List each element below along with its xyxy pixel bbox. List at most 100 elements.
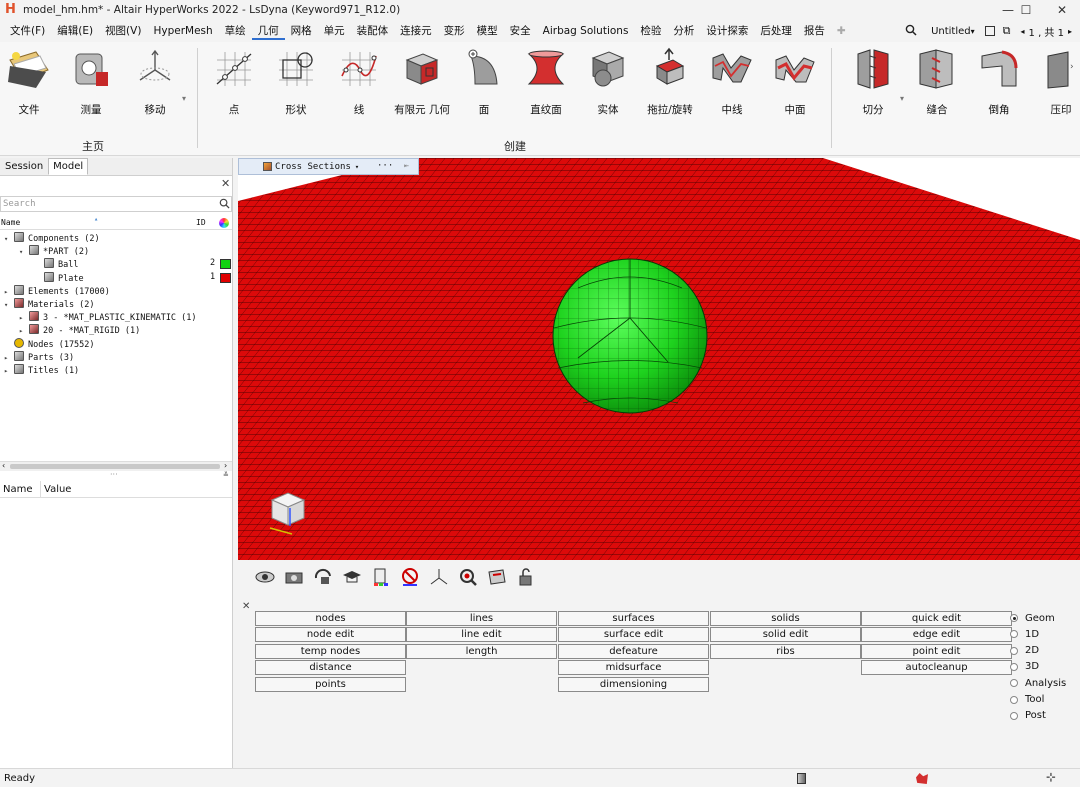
radio-button[interactable] <box>1010 614 1018 622</box>
radio-button[interactable] <box>1010 695 1018 704</box>
ribbon-stitch-button[interactable]: 缝合 <box>908 46 966 118</box>
ribbon-drag-rotate-button[interactable]: 拖拉/旋转 <box>641 46 699 118</box>
tree-item[interactable]: ▸ 3 - *MAT_PLASTIC_KINEMATIC (1) <box>19 311 197 324</box>
panel-close-icon[interactable]: ✕ <box>221 177 230 190</box>
radio-button[interactable] <box>1010 662 1018 671</box>
scroll-right-icon[interactable]: › <box>224 461 227 470</box>
menu-element[interactable]: 单元 <box>318 22 351 40</box>
ribbon-move-dropdown-icon[interactable]: ▾ <box>182 94 186 103</box>
ribbon-split-dropdown-icon[interactable]: ▾ <box>900 94 904 103</box>
ribbon-midline-button[interactable]: 中线 <box>703 46 761 118</box>
zoom-icon[interactable] <box>457 566 479 588</box>
tree-item[interactable]: Nodes (17552) <box>4 337 95 351</box>
color-wheel-icon[interactable] <box>219 218 229 228</box>
panel-button-midsurface[interactable]: midsurface <box>558 660 709 676</box>
panel-button-length[interactable]: length <box>406 643 557 659</box>
menu-assembly[interactable]: 装配体 <box>351 22 395 40</box>
ribbon-move-button[interactable]: 移动 <box>126 46 184 118</box>
panel-button-points[interactable]: points <box>255 676 406 692</box>
visualization-icon[interactable] <box>254 566 276 588</box>
expand-down-icon[interactable]: ▾ <box>19 246 29 259</box>
panel-button-nodes[interactable]: nodes <box>255 611 406 626</box>
radio-button[interactable] <box>1010 646 1018 655</box>
window-icon[interactable] <box>984 26 995 36</box>
panel-close-icon[interactable]: ✕ <box>242 601 250 612</box>
tree-item[interactable]: ▾ Components (2) <box>4 232 100 245</box>
graphics-viewport[interactable] <box>238 158 1080 560</box>
menu-morph[interactable]: 变形 <box>438 22 471 40</box>
panel-button-line-edit[interactable]: line edit <box>406 627 557 643</box>
maximize-button[interactable]: ☐ <box>1008 0 1044 20</box>
more-options-button[interactable]: ··· <box>377 161 393 171</box>
ribbon-fe-geometry-button[interactable]: 有限元 几何 <box>392 46 452 118</box>
menu-file[interactable]: 文件(F) <box>4 22 51 40</box>
column-prop-value[interactable]: Value <box>44 481 71 498</box>
add-tab-icon[interactable]: ✚ <box>831 22 852 40</box>
tree-item[interactable]: ▸ Elements (17000) <box>4 284 110 299</box>
menu-sketch[interactable]: 草绘 <box>219 22 252 40</box>
ribbon-shape-button[interactable]: 形状 <box>267 46 325 118</box>
expand-right-icon[interactable]: ▸ <box>4 286 14 299</box>
mode-radio-post[interactable]: Post <box>1010 708 1046 724</box>
expand-down-icon[interactable]: ▾ <box>4 233 14 246</box>
ribbon-measure-button[interactable]: 测量 <box>62 46 120 118</box>
panel-button-dimensioning[interactable]: dimensioning <box>558 676 709 692</box>
ribbon-file-button[interactable]: 文件 <box>0 46 58 118</box>
model-scene[interactable] <box>238 158 1080 560</box>
panel-button-node-edit[interactable]: node edit <box>255 627 406 643</box>
menu-hypermesh[interactable]: HyperMesh <box>147 22 218 40</box>
scroll-left-icon[interactable]: ‹ <box>2 461 5 470</box>
panel-button-surfaces[interactable]: surfaces <box>558 611 709 626</box>
ribbon-scroll-right-icon[interactable]: › <box>1070 62 1074 72</box>
component-color-swatch[interactable] <box>220 272 231 283</box>
component-color-swatch[interactable] <box>220 259 231 270</box>
component-status-icon[interactable] <box>797 773 806 784</box>
mode-radio-3d[interactable]: 3D <box>1010 659 1039 675</box>
scrollbar-thumb[interactable] <box>10 464 220 469</box>
shade-icon[interactable] <box>486 566 508 588</box>
ribbon-fillet-button[interactable]: 倒角 <box>970 46 1028 118</box>
camera-icon[interactable] <box>283 566 305 588</box>
ribbon-point-button[interactable]: 点 <box>205 46 263 118</box>
expand-down-icon[interactable]: ▾ <box>4 299 14 312</box>
panel-button-point-edit[interactable]: point edit <box>861 643 1012 659</box>
menu-design-explore[interactable]: 设计探索 <box>700 22 754 40</box>
chevron-down-icon[interactable]: ▾ <box>355 163 359 171</box>
export-icon[interactable]: ⧉ <box>1003 24 1011 38</box>
no-entry-icon[interactable] <box>399 566 421 588</box>
mode-radio-geom[interactable]: Geom <box>1010 610 1055 626</box>
expand-right-icon[interactable]: ▸ <box>4 365 14 378</box>
ribbon-ruled-surface-button[interactable]: 直纹面 <box>517 46 575 118</box>
component-color-icon[interactable] <box>370 566 392 588</box>
column-prop-name[interactable]: Name <box>3 481 33 498</box>
menu-mesh[interactable]: 网格 <box>285 22 318 40</box>
mode-radio-2d[interactable]: 2D <box>1010 643 1039 659</box>
model-status-icon[interactable] <box>916 773 928 784</box>
panel-button-ribs[interactable]: ribs <box>710 643 861 659</box>
browser-search-input[interactable]: Search <box>0 196 232 212</box>
tab-session[interactable]: Session <box>0 158 48 175</box>
ribbon-solid-button[interactable]: 实体 <box>579 46 637 118</box>
menu-analysis[interactable]: 分析 <box>667 22 700 40</box>
tree-item[interactable]: ▸ Parts (3) <box>4 350 74 365</box>
panel-button-quick-edit[interactable]: quick edit <box>861 611 1012 626</box>
menu-safety[interactable]: 安全 <box>504 22 537 40</box>
expand-right-icon[interactable]: ▸ <box>19 325 29 338</box>
panel-button-distance[interactable]: distance <box>255 660 406 676</box>
column-name[interactable]: Name <box>1 216 20 230</box>
ribbon-line-button[interactable]: 线 <box>330 46 388 118</box>
ribbon-surface-button[interactable]: 面 <box>455 46 513 118</box>
session-name[interactable]: Untitled <box>931 26 971 37</box>
lock-icon[interactable] <box>515 566 537 588</box>
chevron-down-icon[interactable]: ▾ <box>971 27 975 36</box>
ball-part[interactable] <box>552 258 708 414</box>
search-icon[interactable] <box>219 198 230 212</box>
menu-report[interactable]: 报告 <box>798 22 831 40</box>
graduation-icon[interactable] <box>341 566 363 588</box>
panel-button-surface-edit[interactable]: surface edit <box>558 627 709 643</box>
collapse-toolbar-icon[interactable]: ⇤ <box>404 161 409 170</box>
radio-button[interactable] <box>1010 630 1018 639</box>
expand-right-icon[interactable]: ▸ <box>4 352 14 365</box>
ribbon-imprint-button[interactable]: 压印 <box>1032 46 1080 118</box>
ribbon-midsurface-button[interactable]: 中面 <box>766 46 824 118</box>
